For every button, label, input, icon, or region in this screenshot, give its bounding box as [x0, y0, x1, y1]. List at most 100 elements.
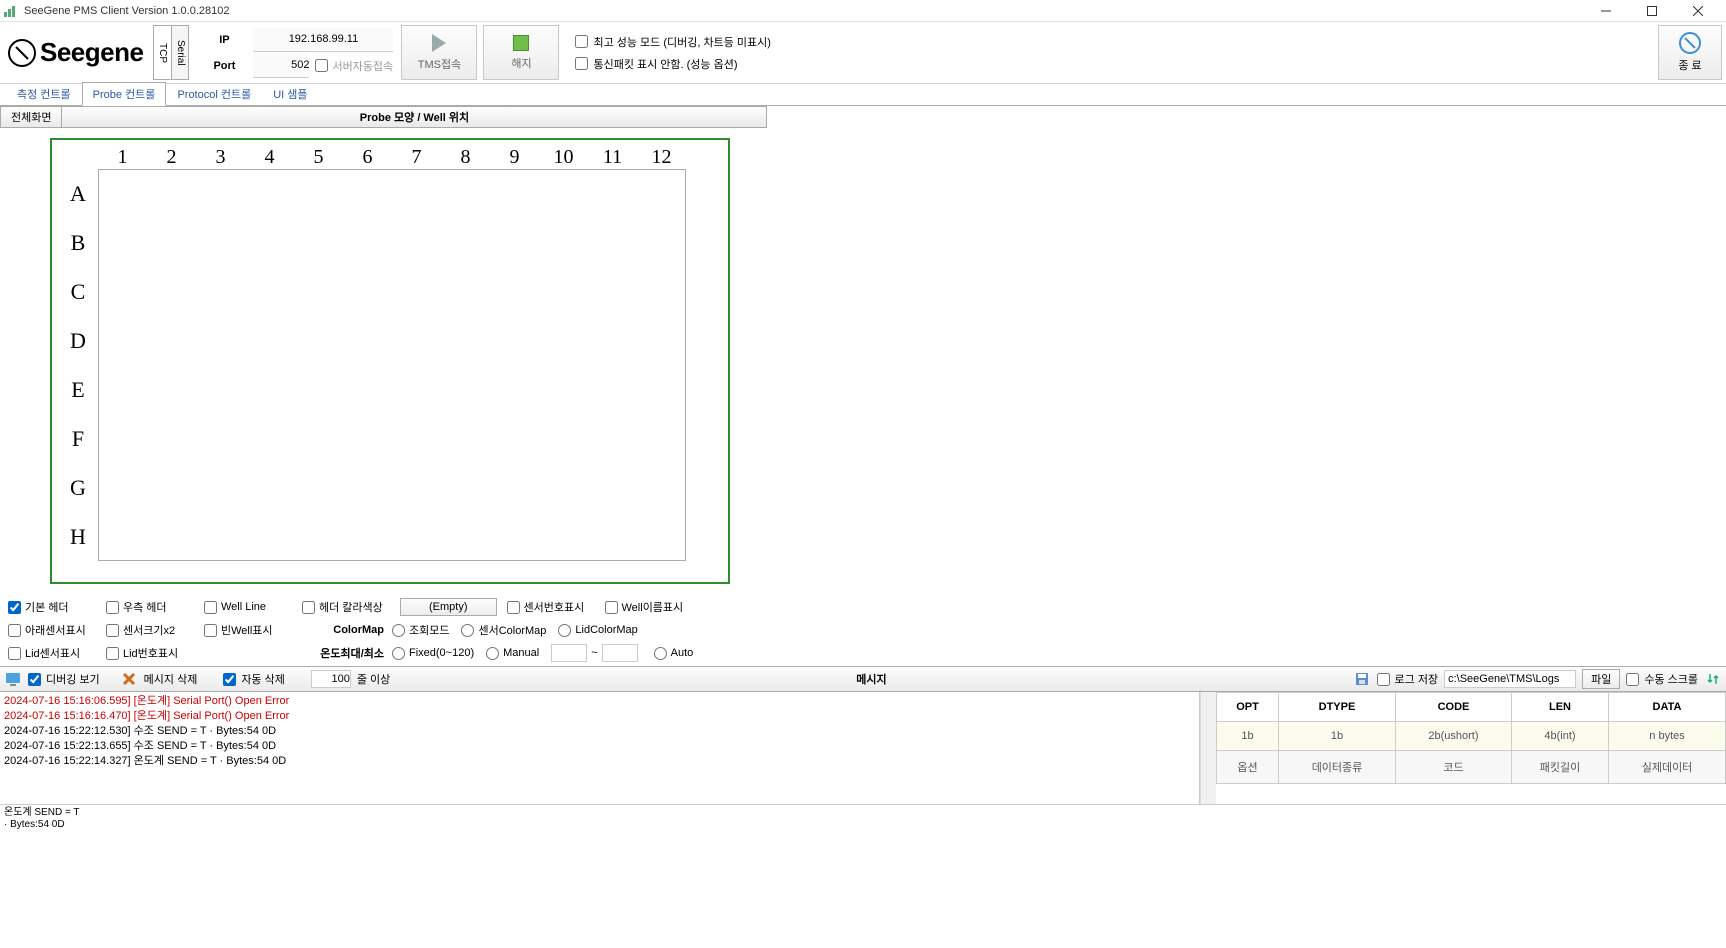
top-toolbar: Seegene TCP Serial IP Port 서버자동접속 TMS접속 …: [0, 22, 1726, 84]
manual-scroll-check[interactable]: 수동 스크롤: [1626, 671, 1698, 687]
lid-cm-radio[interactable]: LidColorMap: [558, 624, 637, 637]
tab-protocol[interactable]: Protocol 컨트롤: [166, 82, 262, 105]
header-color-check[interactable]: 헤더 칼라색상: [302, 599, 400, 615]
ip-input[interactable]: [253, 28, 393, 52]
manual-min-input[interactable]: [551, 644, 587, 662]
tab-serial[interactable]: Serial: [171, 25, 189, 80]
table-header: LEN: [1511, 693, 1608, 722]
table-header: DATA: [1609, 693, 1726, 722]
logo-icon: [8, 39, 36, 67]
tab-ui-sample[interactable]: UI 샘플: [262, 82, 318, 105]
table-cell: 코드: [1395, 751, 1511, 784]
plate-area: 123456789101112 ABCDEFGH: [0, 128, 1726, 594]
tab-measure[interactable]: 측정 컨트롤: [6, 82, 82, 105]
table-cell: 패킷길이: [1511, 751, 1608, 784]
empty-button[interactable]: (Empty): [400, 598, 497, 616]
tms-connect-label: TMS접속: [418, 56, 461, 72]
table-header: CODE: [1395, 693, 1511, 722]
col-header: 10: [539, 146, 588, 169]
status-line-2: · Bytes:54 0D: [4, 819, 1722, 831]
log-line: 2024-07-16 15:16:16.470] [온도계] Serial Po…: [4, 709, 1195, 724]
packet-table: OPTDTYPECODELENDATA 1b1b2b(ushort)4b(int…: [1216, 692, 1726, 784]
file-button[interactable]: 파일: [1582, 669, 1620, 689]
sensor-cm-radio[interactable]: 센서ColorMap: [461, 622, 546, 638]
sensor-no-check[interactable]: 센서번호표시: [507, 599, 605, 615]
col-header: 7: [392, 146, 441, 169]
plate-grid[interactable]: [98, 169, 686, 561]
table-header: DTYPE: [1279, 693, 1396, 722]
titlebar: SeeGene PMS Client Version 1.0.0.28102: [0, 0, 1726, 22]
conn-type-tabs: TCP Serial: [153, 25, 189, 80]
disconnect-button[interactable]: 해지: [483, 25, 559, 80]
col-header: 1: [98, 146, 147, 169]
line-count-input[interactable]: [311, 670, 351, 688]
lid-sensor-check[interactable]: Lid센서표시: [8, 645, 106, 661]
manual-radio[interactable]: Manual: [486, 647, 539, 660]
table-header: OPT: [1217, 693, 1279, 722]
well-name-check[interactable]: Well이름표시: [605, 599, 703, 615]
auto-server-checkbox[interactable]: [315, 59, 328, 72]
fullscreen-button[interactable]: 전체화면: [0, 106, 62, 128]
table-row: 옵션데이터종류코드패킷길이실제데이터: [1217, 751, 1726, 784]
ip-label: IP: [197, 28, 251, 52]
monitor-icon[interactable]: [4, 670, 22, 688]
logo-text: Seegene: [40, 37, 143, 68]
status-line-1: 온도계 SEND = T: [4, 807, 1722, 819]
status-bar: 온도계 SEND = T · Bytes:54 0D: [0, 804, 1726, 832]
right-header-check[interactable]: 우측 헤더: [106, 599, 204, 615]
fixed-radio[interactable]: Fixed(0~120): [392, 647, 474, 660]
temp-range-label: 온도최대/최소: [302, 645, 392, 661]
minimize-button[interactable]: [1592, 2, 1620, 20]
exit-icon: [1679, 32, 1701, 54]
packet-table-panel: OPTDTYPECODELENDATA 1b1b2b(ushort)4b(int…: [1216, 692, 1726, 804]
port-input[interactable]: [253, 54, 309, 78]
panel-title: Probe 모양 / Well 위치: [62, 106, 767, 128]
log-panel[interactable]: 2024-07-16 15:16:06.595] [온도계] Serial Po…: [0, 692, 1200, 804]
sensor-x2-check[interactable]: 센서크기x2: [106, 622, 204, 638]
auto-server-check[interactable]: 서버자동접속: [315, 58, 393, 74]
perf-mode-check[interactable]: 최고 성능 모드 (디버깅, 차트등 미표시): [575, 34, 770, 50]
tilde-label: ~: [587, 647, 601, 659]
tms-connect-button[interactable]: TMS접속: [401, 25, 477, 80]
disconnect-label: 해지: [511, 55, 531, 71]
lid-no-check[interactable]: Lid번호표시: [106, 645, 204, 661]
packet-hide-checkbox[interactable]: [575, 57, 588, 70]
viewmode-radio[interactable]: 조회모드: [392, 622, 449, 638]
table-cell: 1b: [1279, 722, 1396, 751]
plate-options: 기본 헤더 우측 헤더 Well Line 헤더 칼라색상 (Empty) 센서…: [0, 594, 1726, 666]
auto-radio[interactable]: Auto: [654, 647, 694, 660]
perf-mode-checkbox[interactable]: [575, 35, 588, 48]
exit-button[interactable]: 종 료: [1658, 25, 1722, 80]
window-title: SeeGene PMS Client Version 1.0.0.28102: [24, 5, 229, 17]
plate-row-headers: ABCDEFGH: [58, 169, 98, 561]
well-line-check[interactable]: Well Line: [204, 601, 302, 614]
debug-view-check[interactable]: 디버깅 보기: [28, 671, 100, 687]
maximize-button[interactable]: [1638, 2, 1666, 20]
row-header: A: [58, 169, 98, 218]
tab-tcp[interactable]: TCP: [153, 25, 171, 80]
auto-delete-check[interactable]: 자동 삭제: [223, 671, 285, 687]
basic-header-check[interactable]: 기본 헤더: [8, 599, 106, 615]
auto-server-label: 서버자동접속: [332, 58, 393, 74]
row-header: C: [58, 267, 98, 316]
below-sensor-check[interactable]: 아래센서표시: [8, 622, 106, 638]
table-cell: 옵션: [1217, 751, 1279, 784]
save-icon[interactable]: [1353, 670, 1371, 688]
sort-icon[interactable]: [1704, 670, 1722, 688]
col-header: 6: [343, 146, 392, 169]
delete-icon[interactable]: [120, 670, 138, 688]
log-path-input[interactable]: [1444, 670, 1576, 688]
empty-well-check[interactable]: 빈Well표시: [204, 622, 302, 638]
log-line: 2024-07-16 15:22:12.530] 수조 SEND = T · B…: [4, 724, 1195, 739]
manual-max-input[interactable]: [602, 644, 638, 662]
log-scrollbar[interactable]: [1200, 692, 1216, 804]
save-log-check[interactable]: 로그 저장: [1377, 671, 1439, 687]
msg-delete-label[interactable]: 메시지 삭제: [144, 671, 198, 687]
close-button[interactable]: [1684, 2, 1712, 20]
ip-port-panel: IP Port 서버자동접속: [195, 25, 395, 80]
packet-hide-check[interactable]: 통신패킷 표시 안함. (성능 옵션): [575, 56, 770, 72]
tab-probe[interactable]: Probe 컨트롤: [82, 82, 167, 106]
plate-col-headers: 123456789101112: [58, 146, 722, 169]
col-header: 11: [588, 146, 637, 169]
colormap-label: ColorMap: [302, 624, 392, 636]
